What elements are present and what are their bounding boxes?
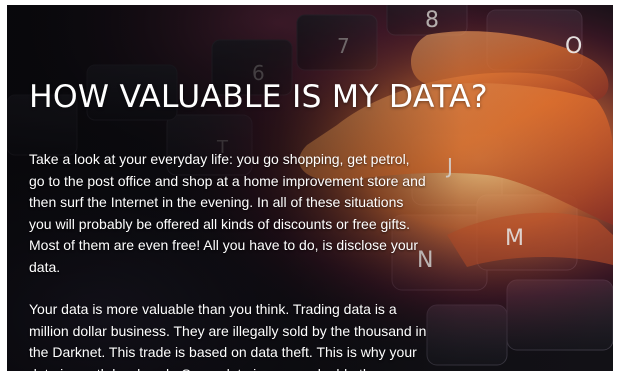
article-title: HOW VALUABLE IS MY DATA? [29,79,488,115]
article-content: HOW VALUABLE IS MY DATA? Take a look at … [29,75,488,371]
article-paragraph-2: Your data is more valuable than you thin… [29,301,427,371]
hero-section: 8 7 6 O T J N M HOW VALUABLE IS MY DATA?… [7,5,613,371]
article-paragraph-1: Take a look at your everyday life: you g… [29,151,426,275]
